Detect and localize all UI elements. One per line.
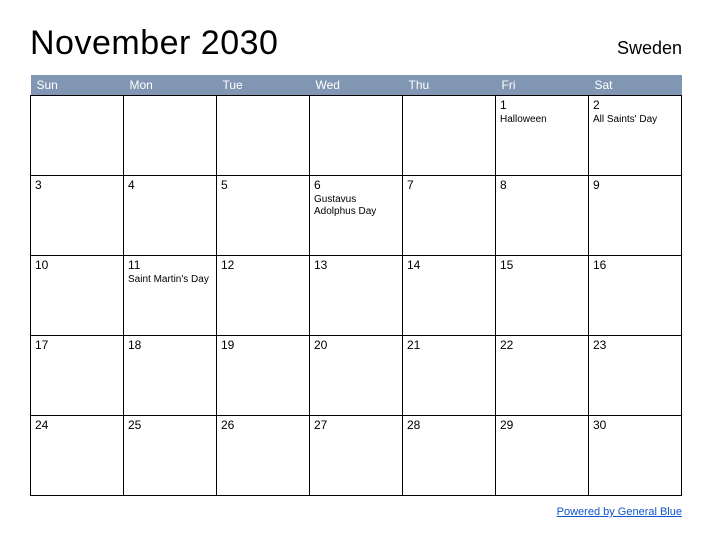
calendar-day-cell xyxy=(124,96,217,176)
calendar-day-cell: 23 xyxy=(589,336,682,416)
day-number: 17 xyxy=(35,338,119,352)
calendar-day-cell: 3 xyxy=(31,176,124,256)
calendar-week-row: 1 Halloween 2 All Saints' Day xyxy=(31,96,682,176)
event-label: Saint Martin's Day xyxy=(128,274,212,286)
calendar-day-cell: 17 xyxy=(31,336,124,416)
calendar-day-cell: 12 xyxy=(217,256,310,336)
calendar-day-cell xyxy=(31,96,124,176)
day-number: 13 xyxy=(314,258,398,272)
calendar-day-cell: 20 xyxy=(310,336,403,416)
day-number: 11 xyxy=(128,258,212,272)
day-number: 10 xyxy=(35,258,119,272)
day-number: 24 xyxy=(35,418,119,432)
weekday-header: Thu xyxy=(403,75,496,96)
day-number: 7 xyxy=(407,178,491,192)
day-number: 1 xyxy=(500,98,584,112)
calendar-day-cell xyxy=(310,96,403,176)
calendar-day-cell: 18 xyxy=(124,336,217,416)
weekday-header: Tue xyxy=(217,75,310,96)
calendar-day-cell: 4 xyxy=(124,176,217,256)
day-number: 4 xyxy=(128,178,212,192)
calendar-day-cell: 1 Halloween xyxy=(496,96,589,176)
day-number: 20 xyxy=(314,338,398,352)
calendar-day-cell xyxy=(403,96,496,176)
calendar-day-cell: 16 xyxy=(589,256,682,336)
day-number: 16 xyxy=(593,258,677,272)
day-number: 26 xyxy=(221,418,305,432)
calendar-body: 1 Halloween 2 All Saints' Day 3456 Gustavus A… xyxy=(31,96,682,496)
day-number: 14 xyxy=(407,258,491,272)
calendar-day-cell: 9 xyxy=(589,176,682,256)
calendar-week-row: 10 11 Saint Martin's Day 12 13 14 15 16 xyxy=(31,256,682,336)
day-number: 9 xyxy=(593,178,677,192)
calendar-day-cell: 30 xyxy=(589,416,682,496)
calendar-week-row: 24 25 26 27 28 29 30 xyxy=(31,416,682,496)
calendar-header: November 2030 Sweden xyxy=(30,24,682,63)
event-label: All Saints' Day xyxy=(593,114,677,126)
calendar-day-cell: 29 xyxy=(496,416,589,496)
day-number: 5 xyxy=(221,178,305,192)
calendar-day-cell: 13 xyxy=(310,256,403,336)
weekday-header: Sun xyxy=(31,75,124,96)
day-number: 6 xyxy=(314,178,398,192)
day-number: 18 xyxy=(128,338,212,352)
day-number: 15 xyxy=(500,258,584,272)
day-number: 30 xyxy=(593,418,677,432)
day-number: 2 xyxy=(593,98,677,112)
day-number: 27 xyxy=(314,418,398,432)
calendar-day-cell: 8 xyxy=(496,176,589,256)
weekday-header: Mon xyxy=(124,75,217,96)
region-label: Sweden xyxy=(617,38,682,59)
day-number: 29 xyxy=(500,418,584,432)
weekday-header: Sat xyxy=(589,75,682,96)
calendar-day-cell xyxy=(217,96,310,176)
calendar-day-cell: 6 Gustavus Adolphus Day xyxy=(310,176,403,256)
event-label: Halloween xyxy=(500,114,584,126)
calendar-day-cell: 11 Saint Martin's Day xyxy=(124,256,217,336)
calendar-day-cell: 10 xyxy=(31,256,124,336)
day-number: 21 xyxy=(407,338,491,352)
day-number: 8 xyxy=(500,178,584,192)
calendar-day-cell: 24 xyxy=(31,416,124,496)
month-year-title: November 2030 xyxy=(30,24,278,63)
calendar-day-cell: 25 xyxy=(124,416,217,496)
calendar-day-cell: 14 xyxy=(403,256,496,336)
calendar-day-cell: 27 xyxy=(310,416,403,496)
day-number: 28 xyxy=(407,418,491,432)
calendar-day-cell: 26 xyxy=(217,416,310,496)
calendar-grid: Sun Mon Tue Wed Thu Fri Sat 1 Halloween 2 A… xyxy=(30,75,682,496)
calendar-day-cell: 19 xyxy=(217,336,310,416)
day-number: 12 xyxy=(221,258,305,272)
calendar-day-cell: 2 All Saints' Day xyxy=(589,96,682,176)
day-number: 19 xyxy=(221,338,305,352)
day-number: 25 xyxy=(128,418,212,432)
weekday-header: Wed xyxy=(310,75,403,96)
calendar-week-row: 17 18 19 20 21 22 23 xyxy=(31,336,682,416)
calendar-day-cell: 21 xyxy=(403,336,496,416)
calendar-day-cell: 5 xyxy=(217,176,310,256)
calendar-day-cell: 22 xyxy=(496,336,589,416)
day-number: 3 xyxy=(35,178,119,192)
day-number: 22 xyxy=(500,338,584,352)
calendar-week-row: 3456 Gustavus Adolphus Day 789 xyxy=(31,176,682,256)
footer: Powered by General Blue xyxy=(30,502,682,520)
event-label: Gustavus Adolphus Day xyxy=(314,194,398,218)
calendar-day-cell: 15 xyxy=(496,256,589,336)
calendar-day-cell: 7 xyxy=(403,176,496,256)
weekday-header: Fri xyxy=(496,75,589,96)
powered-by-link[interactable]: Powered by General Blue xyxy=(557,506,682,518)
calendar-day-cell: 28 xyxy=(403,416,496,496)
weekday-header-row: Sun Mon Tue Wed Thu Fri Sat xyxy=(31,75,682,96)
day-number: 23 xyxy=(593,338,677,352)
